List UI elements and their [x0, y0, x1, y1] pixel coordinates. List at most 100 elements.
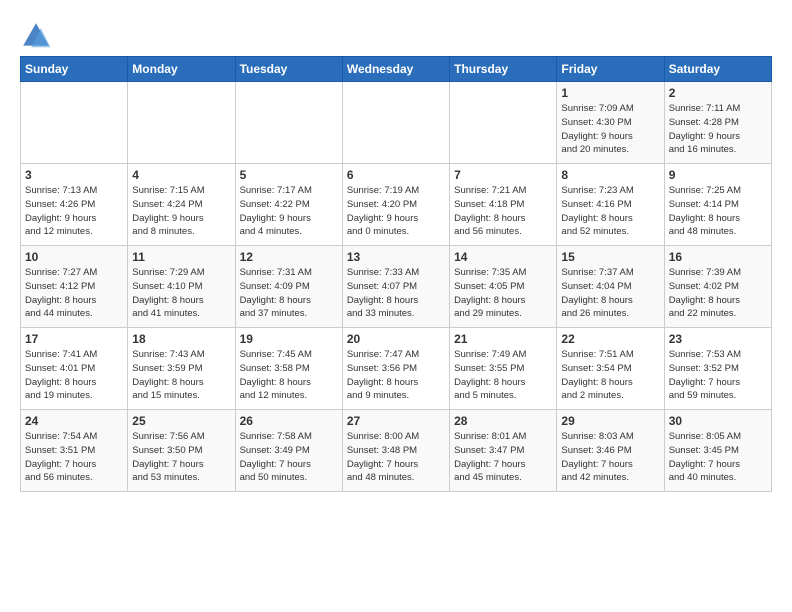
calendar-cell: 9 Sunrise: 7:25 AM Sunset: 4:14 PM Daylig…	[664, 164, 771, 246]
day-number: 23	[669, 332, 767, 346]
day-detail: Sunrise: 7:41 AM Sunset: 4:01 PM Dayligh…	[25, 348, 123, 403]
calendar-page: SundayMondayTuesdayWednesdayThursdayFrid…	[0, 0, 792, 502]
calendar-cell	[235, 82, 342, 164]
calendar-week-4: 17 Sunrise: 7:41 AM Sunset: 4:01 PM Dayli…	[21, 328, 772, 410]
calendar-cell: 25 Sunrise: 7:56 AM Sunset: 3:50 PM Dayli…	[128, 410, 235, 492]
calendar-cell: 7 Sunrise: 7:21 AM Sunset: 4:18 PM Daylig…	[450, 164, 557, 246]
calendar-cell: 22 Sunrise: 7:51 AM Sunset: 3:54 PM Dayli…	[557, 328, 664, 410]
day-detail: Sunrise: 7:15 AM Sunset: 4:24 PM Dayligh…	[132, 184, 230, 239]
calendar-cell: 12 Sunrise: 7:31 AM Sunset: 4:09 PM Dayli…	[235, 246, 342, 328]
day-detail: Sunrise: 7:53 AM Sunset: 3:52 PM Dayligh…	[669, 348, 767, 403]
day-number: 24	[25, 414, 123, 428]
day-detail: Sunrise: 7:19 AM Sunset: 4:20 PM Dayligh…	[347, 184, 445, 239]
day-number: 4	[132, 168, 230, 182]
calendar-cell: 15 Sunrise: 7:37 AM Sunset: 4:04 PM Dayli…	[557, 246, 664, 328]
day-detail: Sunrise: 8:05 AM Sunset: 3:45 PM Dayligh…	[669, 430, 767, 485]
day-number: 7	[454, 168, 552, 182]
day-number: 8	[561, 168, 659, 182]
day-number: 20	[347, 332, 445, 346]
calendar-cell: 17 Sunrise: 7:41 AM Sunset: 4:01 PM Dayli…	[21, 328, 128, 410]
header-friday: Friday	[557, 57, 664, 82]
calendar-cell: 18 Sunrise: 7:43 AM Sunset: 3:59 PM Dayli…	[128, 328, 235, 410]
header-saturday: Saturday	[664, 57, 771, 82]
day-detail: Sunrise: 7:54 AM Sunset: 3:51 PM Dayligh…	[25, 430, 123, 485]
day-number: 15	[561, 250, 659, 264]
day-detail: Sunrise: 8:01 AM Sunset: 3:47 PM Dayligh…	[454, 430, 552, 485]
calendar-cell: 20 Sunrise: 7:47 AM Sunset: 3:56 PM Dayli…	[342, 328, 449, 410]
header-wednesday: Wednesday	[342, 57, 449, 82]
day-number: 13	[347, 250, 445, 264]
calendar-cell	[128, 82, 235, 164]
calendar-cell	[342, 82, 449, 164]
day-number: 27	[347, 414, 445, 428]
day-detail: Sunrise: 7:35 AM Sunset: 4:05 PM Dayligh…	[454, 266, 552, 321]
day-detail: Sunrise: 8:00 AM Sunset: 3:48 PM Dayligh…	[347, 430, 445, 485]
day-number: 3	[25, 168, 123, 182]
calendar-cell: 16 Sunrise: 7:39 AM Sunset: 4:02 PM Dayli…	[664, 246, 771, 328]
day-detail: Sunrise: 7:43 AM Sunset: 3:59 PM Dayligh…	[132, 348, 230, 403]
day-detail: Sunrise: 7:51 AM Sunset: 3:54 PM Dayligh…	[561, 348, 659, 403]
day-detail: Sunrise: 7:49 AM Sunset: 3:55 PM Dayligh…	[454, 348, 552, 403]
day-detail: Sunrise: 7:21 AM Sunset: 4:18 PM Dayligh…	[454, 184, 552, 239]
calendar-cell: 19 Sunrise: 7:45 AM Sunset: 3:58 PM Dayli…	[235, 328, 342, 410]
calendar-cell: 8 Sunrise: 7:23 AM Sunset: 4:16 PM Daylig…	[557, 164, 664, 246]
day-number: 5	[240, 168, 338, 182]
day-number: 18	[132, 332, 230, 346]
day-number: 12	[240, 250, 338, 264]
calendar-week-5: 24 Sunrise: 7:54 AM Sunset: 3:51 PM Dayli…	[21, 410, 772, 492]
day-detail: Sunrise: 7:23 AM Sunset: 4:16 PM Dayligh…	[561, 184, 659, 239]
day-detail: Sunrise: 7:56 AM Sunset: 3:50 PM Dayligh…	[132, 430, 230, 485]
calendar-cell: 5Sunrise: 7:17 AM Sunset: 4:22 PM Daylig…	[235, 164, 342, 246]
day-detail: Sunrise: 7:45 AM Sunset: 3:58 PM Dayligh…	[240, 348, 338, 403]
header	[20, 16, 772, 52]
calendar-cell: 30 Sunrise: 8:05 AM Sunset: 3:45 PM Dayli…	[664, 410, 771, 492]
day-number: 21	[454, 332, 552, 346]
calendar-cell: 27 Sunrise: 8:00 AM Sunset: 3:48 PM Dayli…	[342, 410, 449, 492]
header-tuesday: Tuesday	[235, 57, 342, 82]
calendar-cell	[450, 82, 557, 164]
calendar-cell: 1Sunrise: 7:09 AM Sunset: 4:30 PM Daylig…	[557, 82, 664, 164]
day-number: 16	[669, 250, 767, 264]
day-detail: Sunrise: 7:33 AM Sunset: 4:07 PM Dayligh…	[347, 266, 445, 321]
day-number: 10	[25, 250, 123, 264]
day-detail: Sunrise: 7:47 AM Sunset: 3:56 PM Dayligh…	[347, 348, 445, 403]
day-detail: Sunrise: 7:29 AM Sunset: 4:10 PM Dayligh…	[132, 266, 230, 321]
day-number: 2	[669, 86, 767, 100]
day-number: 9	[669, 168, 767, 182]
calendar-cell: 11Sunrise: 7:29 AM Sunset: 4:10 PM Dayli…	[128, 246, 235, 328]
header-thursday: Thursday	[450, 57, 557, 82]
day-detail: Sunrise: 7:11 AM Sunset: 4:28 PM Dayligh…	[669, 102, 767, 157]
calendar-cell: 3 Sunrise: 7:13 AM Sunset: 4:26 PM Daylig…	[21, 164, 128, 246]
calendar-cell: 24 Sunrise: 7:54 AM Sunset: 3:51 PM Dayli…	[21, 410, 128, 492]
calendar-cell: 29 Sunrise: 8:03 AM Sunset: 3:46 PM Dayli…	[557, 410, 664, 492]
logo	[20, 20, 56, 52]
calendar-cell: 14 Sunrise: 7:35 AM Sunset: 4:05 PM Dayli…	[450, 246, 557, 328]
day-detail: Sunrise: 7:39 AM Sunset: 4:02 PM Dayligh…	[669, 266, 767, 321]
day-number: 25	[132, 414, 230, 428]
day-number: 6	[347, 168, 445, 182]
day-detail: Sunrise: 7:58 AM Sunset: 3:49 PM Dayligh…	[240, 430, 338, 485]
calendar-week-3: 10 Sunrise: 7:27 AM Sunset: 4:12 PM Dayli…	[21, 246, 772, 328]
calendar-cell: 23 Sunrise: 7:53 AM Sunset: 3:52 PM Dayli…	[664, 328, 771, 410]
day-number: 29	[561, 414, 659, 428]
day-detail: Sunrise: 8:03 AM Sunset: 3:46 PM Dayligh…	[561, 430, 659, 485]
day-detail: Sunrise: 7:13 AM Sunset: 4:26 PM Dayligh…	[25, 184, 123, 239]
day-number: 30	[669, 414, 767, 428]
header-monday: Monday	[128, 57, 235, 82]
calendar-table: SundayMondayTuesdayWednesdayThursdayFrid…	[20, 56, 772, 492]
calendar-cell: 26Sunrise: 7:58 AM Sunset: 3:49 PM Dayli…	[235, 410, 342, 492]
day-number: 22	[561, 332, 659, 346]
day-number: 1	[561, 86, 659, 100]
day-number: 14	[454, 250, 552, 264]
calendar-cell: 13 Sunrise: 7:33 AM Sunset: 4:07 PM Dayli…	[342, 246, 449, 328]
day-number: 17	[25, 332, 123, 346]
calendar-cell: 10 Sunrise: 7:27 AM Sunset: 4:12 PM Dayli…	[21, 246, 128, 328]
day-detail: Sunrise: 7:37 AM Sunset: 4:04 PM Dayligh…	[561, 266, 659, 321]
day-number: 19	[240, 332, 338, 346]
calendar-cell: 28 Sunrise: 8:01 AM Sunset: 3:47 PM Dayli…	[450, 410, 557, 492]
day-detail: Sunrise: 7:25 AM Sunset: 4:14 PM Dayligh…	[669, 184, 767, 239]
day-detail: Sunrise: 7:27 AM Sunset: 4:12 PM Dayligh…	[25, 266, 123, 321]
calendar-week-2: 3 Sunrise: 7:13 AM Sunset: 4:26 PM Daylig…	[21, 164, 772, 246]
day-number: 28	[454, 414, 552, 428]
day-detail: Sunrise: 7:31 AM Sunset: 4:09 PM Dayligh…	[240, 266, 338, 321]
